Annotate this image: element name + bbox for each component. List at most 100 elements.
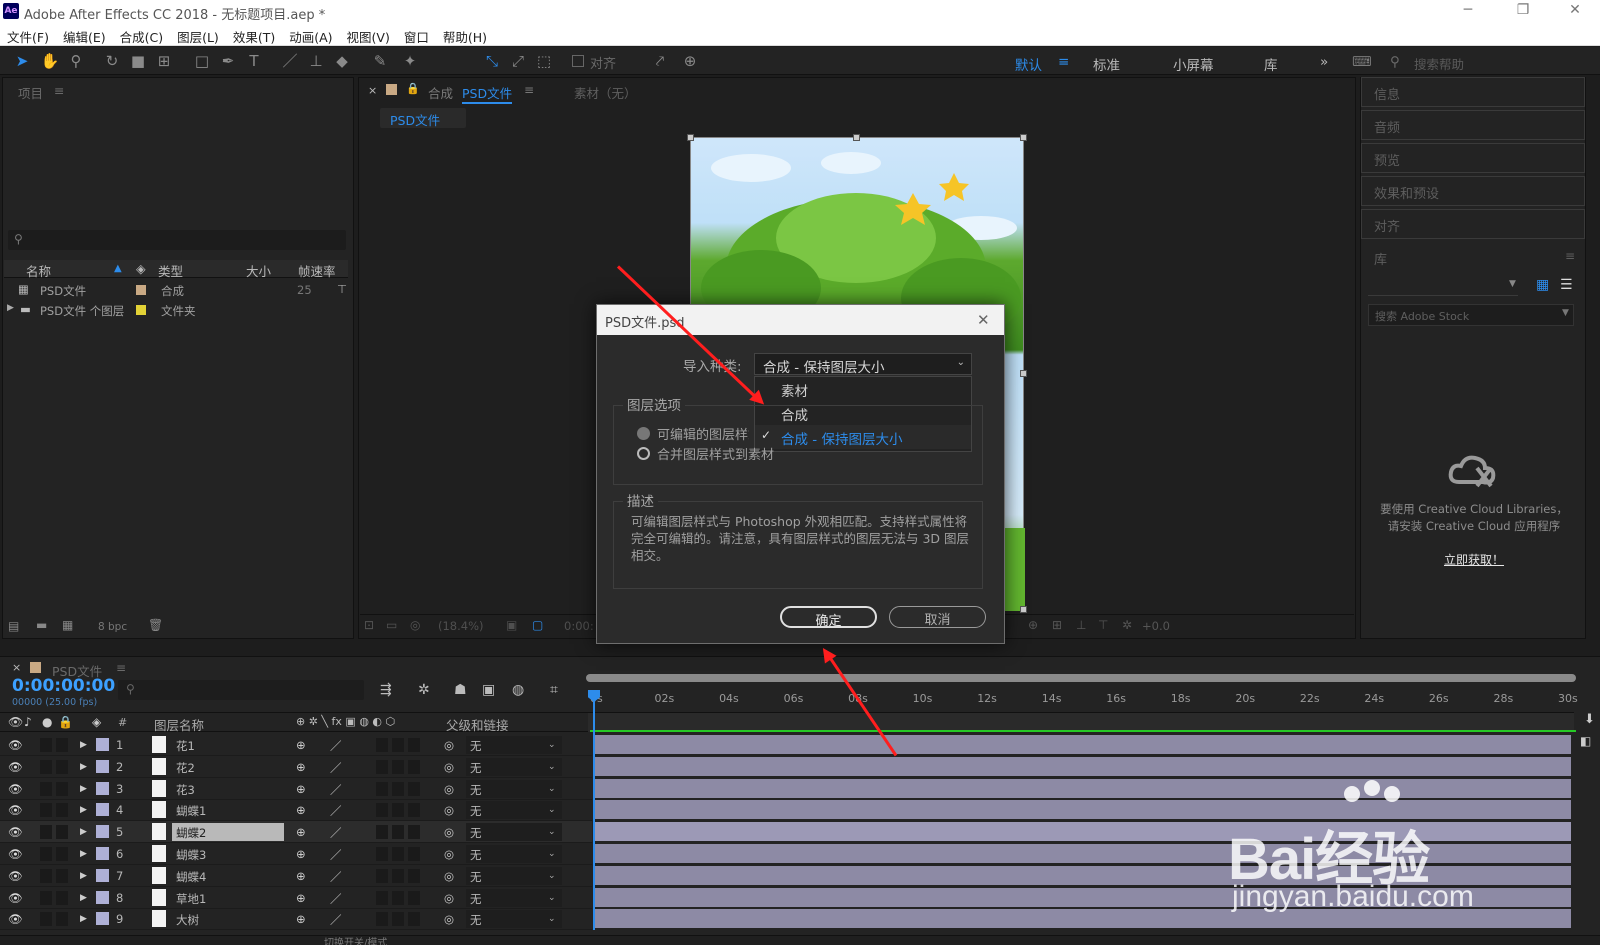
motion-blur-switch[interactable]: [392, 759, 404, 774]
transform-handle[interactable]: [853, 134, 860, 141]
adjustment-switch[interactable]: [408, 803, 420, 818]
layer-name[interactable]: 蝴蝶1: [172, 801, 284, 819]
switches-icon[interactable]: ⊕ ✲ ╲ fx ▣ ◍ ◐ ⬡: [296, 715, 395, 728]
pick-whip-icon[interactable]: ◎: [444, 847, 454, 861]
radio-editable-styles[interactable]: [637, 427, 650, 440]
more-workspaces-icon[interactable]: »: [1320, 54, 1328, 70]
restore-icon[interactable]: ❐: [1503, 2, 1543, 22]
quality-switch-icon[interactable]: ／: [330, 803, 342, 819]
label-color-swatch[interactable]: [96, 890, 109, 904]
transform-handle[interactable]: [1020, 370, 1027, 377]
panel-effects-presets[interactable]: 效果和预设: [1361, 176, 1585, 206]
adjustment-switch[interactable]: [408, 868, 420, 883]
close-icon[interactable]: ✕: [1555, 2, 1595, 22]
stock-search-input[interactable]: 搜索 Adobe Stock: [1368, 304, 1574, 326]
end-marker-icon[interactable]: ⬇: [1584, 712, 1595, 727]
workspace-libraries[interactable]: 库: [1264, 54, 1278, 74]
effect-switch[interactable]: [376, 847, 388, 861]
snap-grid-icon[interactable]: ⊕: [680, 51, 700, 71]
draft-3d-icon[interactable]: ✲: [418, 682, 430, 698]
motion-blur-switch[interactable]: [392, 890, 404, 905]
timeline-layer-row[interactable]: 👁 ▶ 6 蝴蝶3 ⊕ ／ ◎ 无 ⌄: [0, 843, 592, 865]
shy-switch-icon[interactable]: ⊕: [296, 782, 306, 796]
motion-blur-switch[interactable]: [392, 803, 404, 818]
label-color-swatch[interactable]: [96, 803, 109, 817]
label-column-icon[interactable]: ◈: [92, 715, 101, 729]
expand-arrow-icon[interactable]: ▶: [7, 303, 14, 313]
lock-toggle[interactable]: [56, 912, 68, 927]
timeline-layer-row[interactable]: 👁 ▶ 8 草地1 ⊕ ／ ◎ 无 ⌄: [0, 887, 592, 909]
column-fps[interactable]: 帧速率: [298, 261, 336, 280]
timeline-layer-row[interactable]: 👁 ▶ 5 蝴蝶2 ⊕ ／ ◎ 无 ⌄: [0, 821, 592, 844]
close-tab-icon[interactable]: ×: [368, 84, 377, 97]
quality-switch-icon[interactable]: ／: [330, 847, 342, 863]
label-color-swatch[interactable]: [96, 825, 109, 839]
lock-toggle[interactable]: [56, 825, 68, 840]
radio-merge-styles[interactable]: [637, 447, 650, 460]
visibility-eye-icon[interactable]: 👁: [8, 891, 23, 905]
effect-switch[interactable]: [376, 868, 388, 883]
expand-arrow-icon[interactable]: ▶: [80, 740, 87, 750]
quality-switch-icon[interactable]: ／: [330, 869, 342, 885]
shy-switch-icon[interactable]: ⊕: [296, 847, 306, 861]
timeline-icon[interactable]: ⊥: [1076, 618, 1086, 632]
dialog-close-icon[interactable]: ✕: [977, 311, 990, 329]
label-color-swatch[interactable]: [136, 285, 146, 295]
quality-switch-icon[interactable]: ／: [330, 738, 342, 754]
adjustment-switch[interactable]: [408, 847, 420, 861]
camera-tool-icon[interactable]: ■: [128, 51, 148, 71]
current-time[interactable]: 0:00:: [564, 619, 594, 633]
transform-handle[interactable]: [1020, 134, 1027, 141]
layer-duration-bar[interactable]: [594, 756, 1571, 776]
motion-blur-switch[interactable]: [392, 738, 404, 752]
quality-switch-icon[interactable]: ／: [330, 912, 342, 928]
playhead[interactable]: [593, 690, 595, 930]
expand-arrow-icon[interactable]: ▶: [80, 893, 87, 903]
region-of-interest-icon[interactable]: ⊡: [364, 618, 374, 632]
lock-column-icon[interactable]: 🔒: [58, 715, 73, 729]
panel-preview[interactable]: 预览: [1361, 143, 1585, 173]
audio-toggle[interactable]: [40, 759, 52, 774]
eraser-tool-icon[interactable]: ◆: [332, 51, 352, 71]
interpret-footage-icon[interactable]: ▤: [8, 619, 19, 633]
audio-toggle[interactable]: [40, 825, 52, 840]
timeline-layer-row[interactable]: 👁 ▶ 4 蝴蝶1 ⊕ ／ ◎ 无 ⌄: [0, 799, 592, 822]
motion-blur-switch[interactable]: [392, 825, 404, 840]
label-color-swatch[interactable]: [96, 738, 109, 751]
motion-blur-switch[interactable]: [392, 781, 404, 796]
shy-switch-icon[interactable]: ⊕: [296, 738, 306, 752]
snap-option-icon[interactable]: ⤤: [650, 51, 670, 71]
adjustment-switch[interactable]: [408, 781, 420, 796]
effect-switch[interactable]: [376, 890, 388, 905]
pan-behind-tool-icon[interactable]: ⊞: [154, 51, 174, 71]
timeline-layer-row[interactable]: 👁 ▶ 7 蝴蝶4 ⊕ ／ ◎ 无 ⌄: [0, 865, 592, 887]
quality-switch-icon[interactable]: ／: [330, 782, 342, 798]
lock-toggle[interactable]: [56, 738, 68, 752]
pick-whip-icon[interactable]: ◎: [444, 891, 454, 905]
visibility-eye-icon[interactable]: 👁: [8, 803, 23, 817]
shy-layers-icon[interactable]: ☗: [454, 682, 467, 698]
quality-switch-icon[interactable]: ／: [330, 825, 342, 841]
zoom-level[interactable]: (18.4%): [438, 619, 484, 633]
effect-switch[interactable]: [376, 825, 388, 840]
visibility-eye-icon[interactable]: 👁: [8, 912, 23, 926]
sync-settings-icon[interactable]: ⌨: [1352, 54, 1372, 70]
adjustment-switch[interactable]: [408, 738, 420, 752]
layer-name[interactable]: 花1: [172, 736, 284, 754]
type-tool-icon[interactable]: T: [244, 51, 264, 71]
menu-composition[interactable]: 合成(C): [113, 24, 170, 46]
chevron-down-icon[interactable]: ▼: [1509, 279, 1516, 289]
snap-checkbox[interactable]: [572, 55, 584, 67]
menu-edit[interactable]: 编辑(E): [56, 24, 113, 46]
pick-whip-icon[interactable]: ◎: [444, 803, 454, 817]
mask-icon[interactable]: ◎: [410, 618, 420, 632]
expand-arrow-icon[interactable]: ▶: [80, 914, 87, 924]
local-axis-icon[interactable]: ⤡: [482, 51, 502, 71]
lock-toggle[interactable]: [56, 803, 68, 818]
zoom-tool-icon[interactable]: ⚲: [66, 51, 86, 71]
effect-switch[interactable]: [376, 803, 388, 818]
label-color-swatch[interactable]: [96, 912, 109, 926]
library-menu-icon[interactable]: ≡: [1565, 249, 1575, 263]
toggle-switches-modes[interactable]: 切换开关/模式: [324, 934, 387, 945]
comp-mini-flowchart-icon[interactable]: ⇶: [380, 682, 392, 698]
